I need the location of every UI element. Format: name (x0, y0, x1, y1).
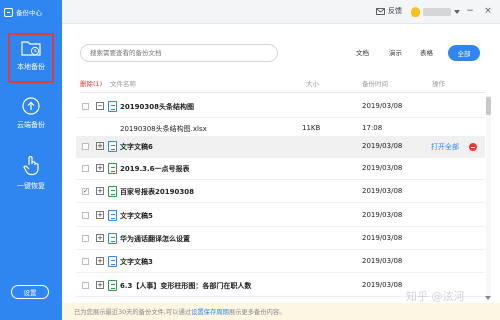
filter-documents[interactable]: 文档 (356, 47, 369, 57)
file-name: 文字文稿5 (120, 212, 153, 220)
table-row[interactable]: + 文字文稿5 2019/03/08 (76, 205, 485, 227)
backup-time: 2019/03/08 (362, 211, 403, 219)
footer-text: 已为您展示最近30天的备份文件,可以通过 (74, 309, 192, 316)
table-row[interactable]: + 华为通话翻译怎么设置 2019/03/08 (76, 228, 485, 250)
filter-all[interactable]: 全部 (448, 45, 480, 61)
backup-time: 2019/03/08 (362, 102, 403, 110)
app-brand: 备份中心 (4, 6, 42, 18)
expand-icon[interactable]: + (96, 281, 104, 289)
expand-icon[interactable]: + (96, 164, 104, 172)
save-period-link[interactable]: 设置保存周期 (191, 307, 229, 316)
column-header-action: 操作 (432, 80, 445, 88)
row-checkbox[interactable] (82, 165, 89, 172)
row-checkbox-checked[interactable]: ✓ (82, 188, 89, 195)
file-name: 百家号报表20190308 (120, 188, 194, 196)
sidebar: 备份中心 本地备份 云端备份 一键恢复 设置 (0, 0, 62, 320)
app-title: 备份中心 (16, 9, 42, 17)
expand-icon[interactable]: + (96, 211, 104, 219)
title-bar: 反馈 − × (62, 0, 500, 24)
expand-icon[interactable]: + (96, 187, 104, 195)
expand-icon[interactable]: + (96, 257, 104, 265)
file-doc-icon (108, 141, 117, 152)
table-row[interactable]: + 2019.3.6一点号报表 2019/03/08 (76, 158, 485, 180)
file-name: 20190308头条结构图.xlsx (120, 125, 207, 133)
cloud-upload-icon (22, 97, 40, 115)
file-sheet-icon (108, 186, 117, 197)
search-input[interactable] (80, 44, 278, 62)
backup-time: 2019/03/08 (362, 257, 403, 265)
backup-time: 2019/03/08 (362, 164, 403, 172)
column-header-size: 大小 (306, 80, 319, 88)
table-header: 删除(1) 文件名称 大小 备份时间 操作 (80, 78, 485, 90)
row-checkbox[interactable] (82, 282, 89, 289)
remove-icon[interactable] (469, 143, 477, 151)
chevron-down-icon[interactable] (454, 10, 460, 14)
table-row[interactable]: ✓ + 百家号报表20190308 2019/03/08 (76, 181, 485, 203)
close-icon[interactable]: × (482, 5, 494, 17)
row-checkbox[interactable] (82, 258, 89, 265)
backup-time: 2019/03/08 (362, 234, 403, 242)
username-redacted (423, 8, 451, 16)
hand-tap-icon (23, 155, 39, 176)
expand-icon[interactable]: + (96, 142, 104, 150)
file-name: 6.3【人事】变形柱形图：各部门在职人数 (120, 282, 252, 290)
active-highlight-box (8, 33, 54, 83)
file-name: 华为通话翻译怎么设置 (120, 235, 190, 243)
footer-text: 展示更多备份内容。 (228, 309, 286, 316)
feedback-button[interactable]: 反馈 (376, 6, 402, 16)
avatar[interactable] (411, 7, 420, 17)
column-header-time: 备份时间 (362, 80, 388, 88)
file-sheet-icon (108, 163, 117, 174)
file-sheet-icon (108, 280, 117, 291)
sidebar-item-one-click-restore[interactable]: 一键恢复 (0, 154, 62, 191)
envelope-icon (376, 7, 385, 15)
table-row[interactable]: + 文字文稿6 2019/03/08 打开全部 (76, 136, 485, 158)
backup-time: 17:08 (362, 124, 383, 132)
file-name: 文字文稿3 (120, 258, 153, 266)
delete-button[interactable]: 删除(1) (80, 78, 102, 88)
minimize-icon[interactable]: − (464, 5, 476, 17)
file-doc-icon (108, 233, 117, 244)
backup-time: 2019/03/08 (362, 187, 403, 195)
column-header-name: 文件名称 (110, 80, 136, 88)
sidebar-item-label: 云端备份 (17, 121, 45, 129)
file-doc-icon (108, 210, 117, 221)
row-checkbox[interactable] (82, 143, 89, 150)
row-checkbox[interactable] (82, 103, 89, 110)
expand-icon[interactable]: + (96, 234, 104, 242)
watermark: 知乎 @泫河 (406, 290, 465, 303)
file-size: 11KB (302, 124, 321, 132)
table-row[interactable]: − 20190308头条结构图 2019/03/08 (76, 96, 485, 118)
row-checkbox[interactable] (82, 212, 89, 219)
backup-time: 2019/03/08 (362, 142, 403, 150)
file-name: 2019.3.6一点号报表 (120, 165, 190, 173)
open-all-link[interactable]: 打开全部 (431, 142, 459, 152)
filter-presentations[interactable]: 演示 (389, 47, 402, 57)
feedback-label: 反馈 (388, 7, 402, 15)
file-doc-icon (108, 101, 117, 112)
sidebar-item-label: 一键恢复 (17, 182, 45, 190)
scrollbar-thumb[interactable] (486, 97, 491, 115)
backup-time: 2019/03/08 (362, 281, 403, 289)
scrollbar-track[interactable] (486, 96, 491, 302)
file-name: 文字文稿6 (120, 143, 153, 151)
backup-center-icon (4, 7, 13, 17)
footer-notice: 已为您展示最近30天的备份文件,可以通过 设置保存周期 展示更多备份内容。 (62, 303, 500, 320)
collapse-icon[interactable]: − (96, 102, 104, 110)
settings-button[interactable]: 设置 (11, 285, 49, 299)
file-doc-icon (108, 256, 117, 267)
file-name: 20190308头条结构图 (120, 103, 194, 111)
filter-spreadsheets[interactable]: 表格 (420, 47, 433, 57)
row-checkbox[interactable] (82, 235, 89, 242)
table-row[interactable]: + 文字文稿3 2019/03/08 (76, 251, 485, 273)
sidebar-item-cloud-backup[interactable]: 云端备份 (0, 97, 62, 130)
divider (80, 92, 485, 93)
scroll-down-icon[interactable] (485, 296, 491, 300)
